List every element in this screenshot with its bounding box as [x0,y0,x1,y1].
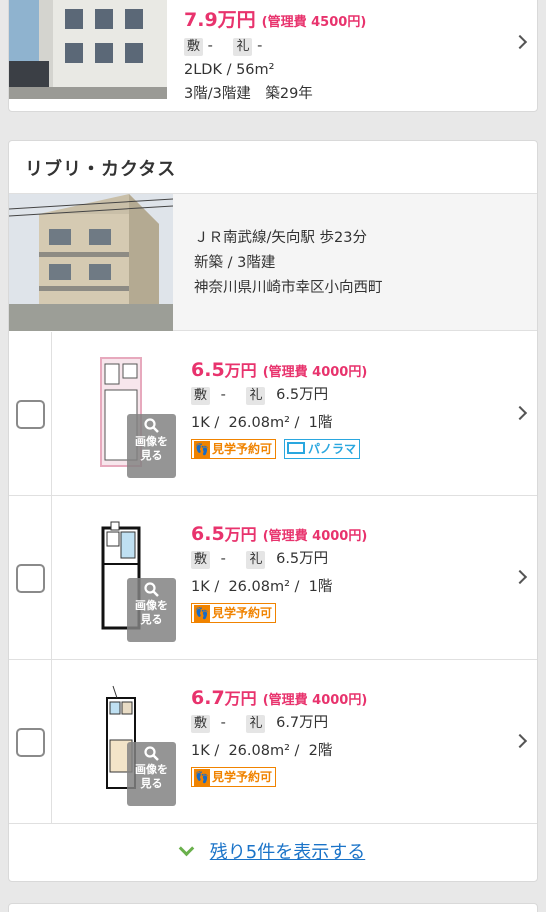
layout-area: 2LDK / 56m² [184,62,275,78]
key-money-tag: 礼 [246,387,266,405]
panorama-icon [287,441,306,454]
footprint-icon: 👣 [194,604,210,623]
chevron-right-icon [512,569,528,585]
rent-price: 6.5万円 (管理費 4000円) [191,523,368,545]
panorama-badge: パノラマ [284,438,361,459]
room-checkbox[interactable] [16,564,45,593]
view-images-button[interactable]: 画像を 見る [127,742,176,806]
room-row[interactable]: 画像を 見る 6.7万円 (管理費 4000円) 敷 - 礼 6.7万円 1K / … [9,660,537,824]
building-name: リブリ・カクタス [25,159,177,180]
room-row[interactable]: 画像を 見る 6.5万円 (管理費 4000円) 敷 - 礼 6.5万円 1K / … [9,496,537,660]
search-icon [144,582,159,597]
visit-reservation-badge: 👣 見学予約可 [191,766,277,787]
property-photo [9,0,167,99]
deposit-key-money: 敷 - 礼 - [184,34,366,58]
floor-age: 3階/3階建 築29年 [184,86,313,102]
room-checkbox[interactable] [16,400,45,429]
room-spec: 1K / 26.08m² / 1階 [191,415,333,431]
building-card: リブリ・カクタス ＪＲ南武線/矢向駅 歩23分 新築 / 3階建 神奈川県川崎市… [8,140,538,882]
view-images-button[interactable]: 画像を 見る [127,414,176,478]
chevron-right-icon [512,733,528,749]
rent-price: 7.9万円 (管理費 4500円) [184,9,367,31]
key-money-tag: 礼 [246,551,266,569]
building-address: 神奈川県川崎市幸区小向西町 [194,280,383,296]
building-summary[interactable]: ＪＲ南武線/矢向駅 歩23分 新築 / 3階建 神奈川県川崎市幸区小向西町 [9,193,537,331]
chevron-right-icon [512,34,528,50]
deposit-key-money: 敷 - 礼 6.5万円 [191,381,367,409]
deposit-tag: 敷 [184,38,204,56]
rent-price: 6.7万円 (管理費 4000円) [191,687,368,709]
room-spec: 1K / 26.08m² / 1階 [191,579,333,595]
room-spec: 1K / 26.08m² / 2階 [191,743,333,759]
footprint-icon: 👣 [194,768,210,787]
deposit-tag: 敷 [191,387,211,405]
show-more-link[interactable]: 残り5件を表示する [210,842,365,863]
chevron-down-icon [178,840,195,857]
listing-card-previous[interactable]: 7.9万円 (管理費 4500円) 敷 - 礼 - 2LDK / 56m² 3階/… [8,0,538,112]
rent-price: 6.5万円 (管理費 4000円) [191,359,368,381]
visit-reservation-badge: 👣 見学予約可 [191,438,277,459]
room-checkbox[interactable] [16,728,45,757]
listing-card-next[interactable] [8,903,538,912]
building-photo [9,194,173,331]
show-more-rooms[interactable]: 残り5件を表示する [9,824,537,882]
construction-info: 新築 / 3階建 [194,255,276,271]
search-icon [144,418,159,433]
deposit-tag: 敷 [191,715,211,733]
footprint-icon: 👣 [194,440,210,459]
deposit-tag: 敷 [191,551,211,569]
key-money-tag: 礼 [233,38,253,56]
deposit-key-money: 敷 - 礼 6.5万円 [191,545,367,573]
station-access: ＪＲ南武線/矢向駅 歩23分 [194,230,367,246]
search-icon [144,746,159,761]
deposit-key-money: 敷 - 礼 6.7万円 [191,709,367,737]
key-money-tag: 礼 [246,715,266,733]
view-images-button[interactable]: 画像を 見る [127,578,176,642]
chevron-right-icon [512,405,528,421]
room-row[interactable]: 画像を 見る 6.5万円 (管理費 4000円) 敷 - 礼 6.5万円 1K / … [9,332,537,496]
visit-reservation-badge: 👣 見学予約可 [191,602,277,623]
